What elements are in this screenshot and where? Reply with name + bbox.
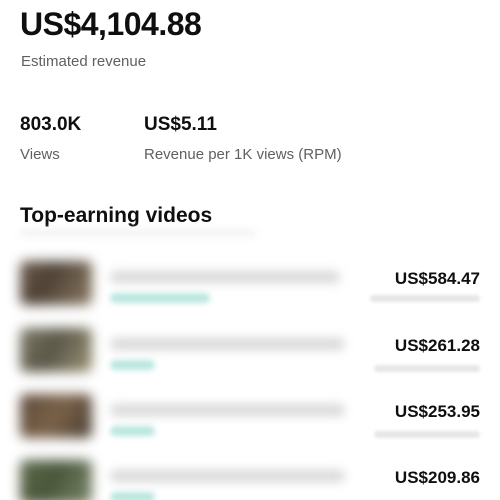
video-revenue: US$209.86 [394, 468, 480, 487]
video-revenue: US$584.47 [394, 269, 480, 288]
revenue-bar [370, 295, 480, 302]
video-title-redacted [110, 338, 345, 350]
video-thumbnail[interactable] [20, 328, 92, 372]
video-revenue: US$253.95 [394, 402, 480, 421]
revenue-page: US$4,104.88 Estimated revenue 803.0K Vie… [0, 0, 500, 500]
video-row[interactable]: US$584.47 [0, 261, 500, 321]
views-label: Views [20, 146, 60, 163]
video-title-redacted [110, 404, 345, 416]
video-row[interactable]: US$253.95 [0, 394, 500, 454]
video-thumbnail[interactable] [20, 261, 92, 305]
rpm-label: Revenue per 1K views (RPM) [144, 146, 342, 163]
video-row[interactable]: US$209.86 [0, 460, 500, 500]
video-tag-redacted [110, 360, 155, 370]
video-revenue: US$261.28 [394, 336, 480, 355]
views-value: 803.0K [20, 114, 82, 135]
estimated-revenue-value: US$4,104.88 [20, 6, 202, 42]
heading-divider [20, 230, 255, 236]
revenue-bar [374, 365, 480, 372]
rpm-value: US$5.11 [144, 114, 217, 135]
video-thumbnail[interactable] [20, 394, 92, 438]
estimated-revenue-label: Estimated revenue [21, 53, 147, 70]
video-thumbnail[interactable] [20, 460, 92, 500]
video-title-redacted [110, 470, 345, 482]
video-row[interactable]: US$261.28 [0, 328, 500, 388]
video-title-redacted [110, 271, 340, 283]
revenue-bar [374, 431, 480, 438]
rpm-stat: US$5.11 Revenue per 1K views (RPM) [144, 114, 342, 163]
video-tag-redacted [110, 492, 155, 500]
top-earning-videos-heading: Top-earning videos [20, 204, 213, 227]
views-stat: 803.0K Views [20, 114, 81, 163]
video-tag-redacted [110, 293, 210, 303]
video-tag-redacted [110, 426, 155, 436]
